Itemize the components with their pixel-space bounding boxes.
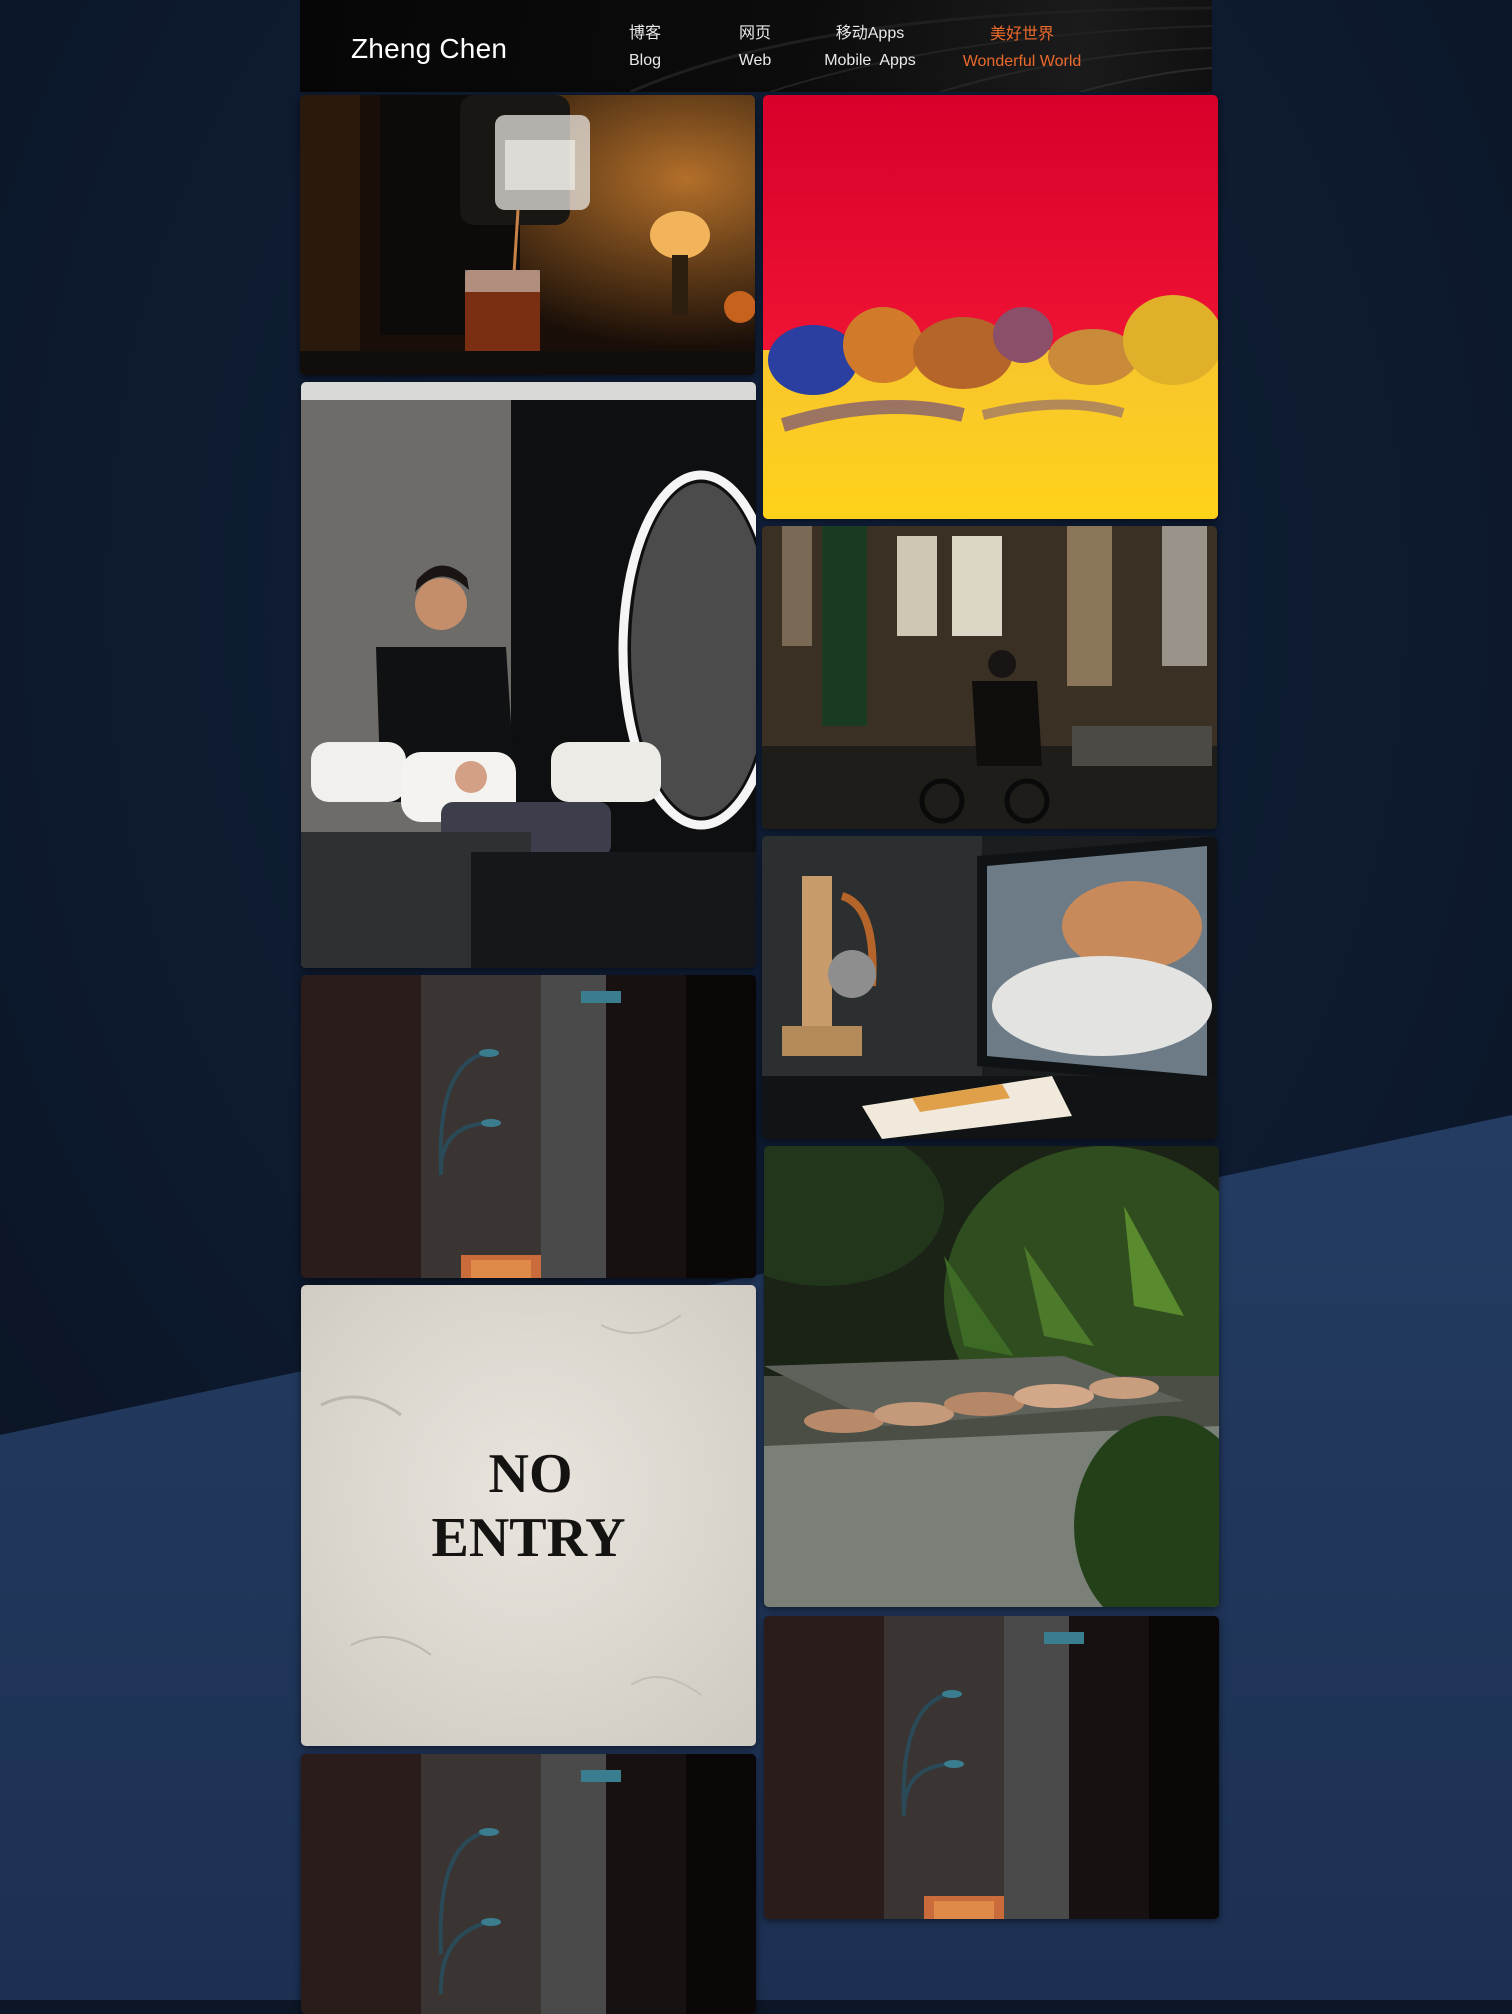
nav-blog-label-zh: 博客 xyxy=(628,25,661,42)
no-entry-line-1: NO xyxy=(488,1443,573,1505)
cyclist-street-photo[interactable] xyxy=(762,526,1217,829)
nav-mobile-apps-label-zh: 移动Apps xyxy=(835,25,905,42)
no-entry-wall-photo[interactable]: NO ENTRY xyxy=(301,1285,756,1746)
garden-lounge-photo[interactable] xyxy=(764,1146,1219,1607)
nav-web-label-en: Web xyxy=(738,52,772,69)
barber-salon-photo[interactable] xyxy=(301,382,756,968)
alley-lamps-photo[interactable] xyxy=(301,975,756,1278)
no-entry-line-2: ENTRY xyxy=(431,1507,626,1569)
nav-wonderful-world-label-zh: 美好世界 xyxy=(989,26,1054,43)
nav-wonderful-world-label-en: Wonderful World xyxy=(962,53,1082,70)
infrared-landscape-photo[interactable] xyxy=(763,95,1218,519)
nav-mobile-apps[interactable]: 移动Apps Mobile Apps xyxy=(820,20,920,74)
nav-blog-label-en: Blog xyxy=(628,52,662,69)
site-header: Zheng Chen 博客 Blog 网页 Web 移动Apps Mobile … xyxy=(300,0,1212,92)
nav-blog[interactable]: 博客 Blog xyxy=(611,20,679,74)
site-logo[interactable]: Zheng Chen xyxy=(351,33,507,65)
nav-wonderful-world[interactable]: 美好世界 Wonderful World xyxy=(958,21,1086,75)
nav-mobile-apps-label-en: Mobile Apps xyxy=(824,52,916,69)
nav-web-label-zh: 网页 xyxy=(738,25,771,42)
page-background xyxy=(0,0,1512,2000)
alley-lamps-photo-3[interactable] xyxy=(764,1616,1219,1919)
alley-lamps-photo-2[interactable] xyxy=(301,1754,756,2014)
desk-setup-photo[interactable] xyxy=(762,836,1217,1139)
no-entry-wall-text: NO ENTRY xyxy=(301,1442,756,1570)
nav-web[interactable]: 网页 Web xyxy=(721,20,789,74)
cocktail-pour-photo[interactable] xyxy=(300,95,755,375)
